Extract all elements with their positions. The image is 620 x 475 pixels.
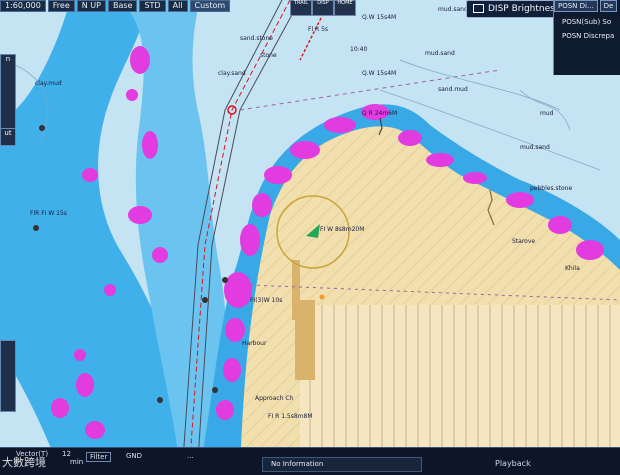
chart-label: stone bbox=[260, 52, 277, 59]
chart-label: mud.sand bbox=[438, 6, 468, 13]
vector-unit: min bbox=[70, 458, 84, 466]
chart-label: sand.stone bbox=[240, 35, 273, 42]
disp-brightness-button[interactable]: DISP Brightness bbox=[466, 0, 567, 18]
orientation-button[interactable]: N UP bbox=[76, 0, 106, 12]
display-base-button[interactable]: Base bbox=[107, 0, 138, 12]
chart-label: FI(3)W 10s bbox=[250, 297, 283, 304]
chart-label: FI R 1.5s8m8M bbox=[268, 413, 313, 420]
chart-label: mud.sand bbox=[425, 50, 455, 57]
posn-discrepancy-row[interactable]: POSN Discrepa bbox=[554, 26, 620, 40]
posn-panel: POSN Di... De POSN(Sub) So POSN Discrepa bbox=[553, 0, 620, 75]
display-all-button[interactable]: All bbox=[167, 0, 188, 12]
chart-label: mud.sand bbox=[520, 144, 550, 151]
chart-label: clay.sand bbox=[218, 70, 246, 77]
chart-label: FI W 8s8m20M bbox=[320, 226, 365, 233]
chart-label: Starove bbox=[512, 238, 536, 245]
left-tool-mid[interactable]: ut bbox=[0, 128, 16, 146]
left-tool-top[interactable]: n bbox=[0, 54, 16, 136]
chart-label: pebbles.stone bbox=[530, 185, 573, 192]
chart-label: mud bbox=[540, 110, 554, 117]
posn-sub-row[interactable]: POSN(Sub) So bbox=[554, 12, 620, 26]
tab-de[interactable]: De bbox=[599, 0, 618, 12]
chart-label: Fl R 5s bbox=[308, 26, 329, 33]
top-toolbar: 1:60,000 Free N UP Base STD All Custom bbox=[0, 0, 330, 12]
striped-zone bbox=[300, 305, 620, 447]
chart-label: Q.W 15s4M bbox=[362, 14, 397, 21]
filter-button[interactable]: Filter bbox=[86, 452, 112, 462]
watermark-logo: 大數跨境 bbox=[2, 456, 46, 469]
display-std-button[interactable]: STD bbox=[139, 0, 166, 12]
more-dots[interactable]: ... bbox=[187, 452, 194, 460]
chart-label: Khila bbox=[565, 265, 580, 272]
home-icon[interactable]: HOME bbox=[334, 0, 356, 16]
disp-brightness-label: DISP Brightness bbox=[488, 4, 560, 14]
chart-label: clay.mud bbox=[35, 80, 62, 87]
gnd-label[interactable]: GND bbox=[126, 452, 142, 460]
disp-icon[interactable]: DISP bbox=[312, 0, 334, 16]
chart-label: Q R 24m6M bbox=[362, 110, 398, 117]
vector-value[interactable]: 12 bbox=[62, 450, 71, 458]
playback-label[interactable]: Playback bbox=[495, 459, 531, 468]
chart-label: FlR FI W 15s bbox=[30, 210, 67, 217]
mode-button[interactable]: Free bbox=[47, 0, 75, 12]
position-marker[interactable] bbox=[319, 294, 325, 300]
info-field: No Information bbox=[262, 457, 422, 472]
tab-posn-di[interactable]: POSN Di... bbox=[554, 0, 598, 12]
scale-display[interactable]: 1:60,000 bbox=[0, 0, 46, 12]
left-tool-bottom[interactable] bbox=[0, 340, 16, 412]
custom-button[interactable]: Custom bbox=[189, 0, 231, 12]
breakwater bbox=[295, 300, 315, 380]
chart-label: sand.mud bbox=[438, 86, 468, 93]
monitor-icon bbox=[473, 4, 484, 13]
ecdis-screen: mud.sand Q.W 15s4M Fl R 5s mud.sand clay… bbox=[0, 0, 620, 475]
chart-label: Q.W 15s4M bbox=[362, 70, 397, 77]
trail-icon[interactable]: TRAIL bbox=[290, 0, 312, 16]
chart-label: Approach Ch bbox=[255, 395, 294, 402]
chart-label: Harbour bbox=[242, 340, 267, 347]
chart-label: 10:40 bbox=[350, 46, 368, 53]
